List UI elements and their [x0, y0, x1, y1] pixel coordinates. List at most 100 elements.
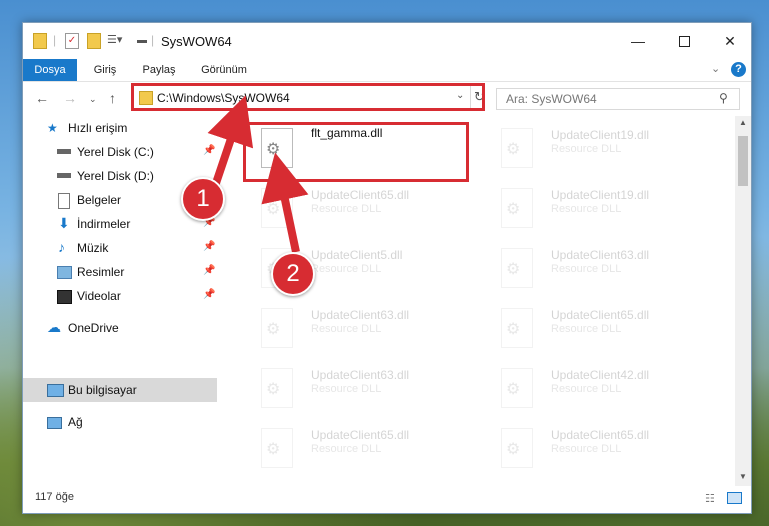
quick-access-customize-icon[interactable]: ☰▾	[107, 33, 122, 49]
sidebar-item-onedrive[interactable]: ☁ OneDrive	[23, 316, 217, 340]
gear-icon: ⚙	[266, 381, 281, 398]
file-type: Resource DLL	[311, 263, 382, 275]
minimize-button[interactable]: —	[615, 23, 661, 59]
sidebar-item-label: Ağ	[68, 415, 83, 429]
file-name: UpdateClient5.dll	[311, 248, 403, 262]
file-item[interactable]: ⚙ UpdateClient63.dll Resource DLL	[239, 362, 469, 418]
file-item[interactable]: ⚙ UpdateClient63.dll Resource DLL	[479, 242, 709, 298]
sidebar-item-label: Videolar	[77, 289, 121, 303]
tab-paylas[interactable]: Paylaş	[135, 59, 183, 81]
maximize-button[interactable]	[661, 23, 707, 59]
navigation-pane: ★ Hızlı erişim Yerel Disk (C:) 📌 Yerel D…	[23, 116, 217, 486]
file-type: Resource DLL	[551, 203, 622, 215]
file-type: Resource DLL	[551, 323, 622, 335]
file-item[interactable]: ⚙ UpdateClient19.dll Resource DLL	[479, 122, 709, 178]
maximize-icon	[678, 35, 690, 47]
close-icon: ✕	[724, 32, 736, 49]
tab-giris[interactable]: Giriş	[83, 59, 127, 81]
sidebar-item-videolar[interactable]: Videolar 📌	[23, 284, 217, 308]
sidebar-item-this-pc[interactable]: Bu bilgisayar	[23, 378, 217, 402]
sidebar-item-label: Belgeler	[77, 193, 122, 207]
scroll-down-icon[interactable]: ▼	[739, 472, 747, 481]
file-item[interactable]: ⚙ UpdateClient42.dll Resource DLL	[479, 362, 709, 418]
video-icon	[57, 290, 72, 304]
file-item[interactable]: ⚙ UpdateClient65.dll Resource DLL	[239, 422, 469, 478]
pin-icon[interactable]: 📌	[203, 289, 215, 300]
scroll-up-icon[interactable]: ▲	[739, 118, 747, 127]
properties-icon[interactable]: ✓	[65, 33, 79, 49]
file-item[interactable]: ⚙ UpdateClient19.dll Resource DLL	[479, 182, 709, 238]
file-name: UpdateClient63.dll	[311, 368, 410, 382]
sidebar-item-quick-access[interactable]: ★ Hızlı erişim	[23, 116, 217, 140]
file-item[interactable]: ⚙ UpdateClient65.dll Resource DLL	[479, 302, 709, 358]
back-arrow-icon[interactable]: ←	[35, 90, 49, 106]
sidebar-item-label: İndirmeler	[77, 217, 131, 231]
file-type: Resource DLL	[551, 443, 622, 455]
sidebar-item-network[interactable]: Ağ	[23, 410, 217, 434]
folder-icon	[33, 33, 47, 49]
sidebar-item-label: Müzik	[77, 241, 109, 255]
drive-icon	[57, 149, 71, 154]
close-button[interactable]: ✕	[707, 23, 751, 59]
file-name: UpdateClient63.dll	[311, 308, 410, 322]
file-name: UpdateClient65.dll	[311, 188, 410, 202]
sidebar-item-muzik[interactable]: ♪ Müzik 📌	[23, 236, 217, 260]
file-type: Resource DLL	[311, 383, 382, 395]
details-view-icon[interactable]: ☷	[705, 492, 715, 505]
status-bar: 117 öğe ☷	[23, 486, 751, 513]
gear-icon: ⚙	[506, 321, 521, 338]
up-arrow-icon[interactable]: ↑	[109, 90, 116, 106]
file-item[interactable]: ⚙ UpdateClient65.dll Resource DLL	[479, 422, 709, 478]
file-item[interactable]: ⚙ UpdateClient65.dll Resource DLL	[239, 182, 469, 238]
documents-icon	[58, 193, 70, 209]
chevron-down-icon[interactable]: ▬	[137, 35, 147, 51]
file-type: Resource DLL	[311, 203, 382, 215]
address-bar-row: ← → ⌄ ↑ C:\Windows\SysWOW64 ⌄ ↻ Ara: Sys…	[23, 82, 751, 116]
address-highlight-box	[131, 83, 485, 111]
sidebar-item-local-disk-c[interactable]: Yerel Disk (C:) 📌	[23, 140, 217, 164]
tab-dosya[interactable]: Dosya	[23, 59, 77, 81]
sidebar-item-label: Resimler	[77, 265, 125, 279]
tab-gorunum[interactable]: Görünüm	[193, 59, 255, 81]
download-icon: ⬇	[58, 215, 70, 231]
large-icons-view-icon[interactable]	[727, 492, 742, 504]
item-count: 117 öğe	[35, 491, 74, 503]
expand-ribbon-icon[interactable]: ⌄	[711, 62, 720, 75]
forward-arrow-icon[interactable]: →	[63, 90, 77, 106]
file-name: UpdateClient19.dll	[551, 188, 650, 202]
vertical-scrollbar[interactable]: ▲ ▼	[735, 116, 751, 486]
recent-locations-icon[interactable]: ⌄	[89, 94, 97, 105]
scrollbar-thumb[interactable]	[738, 136, 748, 186]
pin-icon[interactable]: 📌	[203, 265, 215, 276]
dll-file-icon: ⚙	[501, 428, 533, 468]
gear-icon: ⚙	[506, 201, 521, 218]
help-icon[interactable]: ?	[731, 62, 746, 77]
search-input[interactable]: Ara: SysWOW64 ⚲	[496, 88, 740, 110]
gear-icon: ⚙	[506, 141, 521, 158]
callout-2: 2	[271, 252, 315, 296]
star-icon: ★	[47, 121, 58, 135]
file-highlight-box	[243, 122, 469, 182]
drive-icon	[57, 173, 71, 178]
dll-file-icon: ⚙	[501, 308, 533, 348]
sidebar-item-label: OneDrive	[68, 321, 119, 335]
new-folder-icon[interactable]	[87, 33, 101, 49]
sidebar-item-resimler[interactable]: Resimler 📌	[23, 260, 217, 284]
pin-icon[interactable]: 📌	[203, 145, 215, 156]
dll-file-icon: ⚙	[501, 368, 533, 408]
file-name: UpdateClient65.dll	[551, 428, 650, 442]
gear-icon: ⚙	[266, 321, 281, 338]
search-icon[interactable]: ⚲	[719, 91, 728, 105]
file-item[interactable]: ⚙ UpdateClient63.dll Resource DLL	[239, 302, 469, 358]
dll-file-icon: ⚙	[261, 308, 293, 348]
gear-icon: ⚙	[266, 441, 281, 458]
cloud-icon: ☁	[47, 319, 61, 335]
file-explorer-window: | ✓ ☰▾ ▬ | SysWOW64 — ✕ Dosya Giriş Payl…	[22, 22, 752, 514]
window-title: SysWOW64	[161, 34, 232, 49]
gear-icon: ⚙	[266, 201, 281, 218]
file-name: UpdateClient63.dll	[551, 248, 650, 262]
dll-file-icon: ⚙	[501, 128, 533, 168]
pin-icon[interactable]: 📌	[203, 241, 215, 252]
gear-icon: ⚙	[506, 441, 521, 458]
sidebar-item-label: Yerel Disk (C:)	[77, 145, 154, 159]
